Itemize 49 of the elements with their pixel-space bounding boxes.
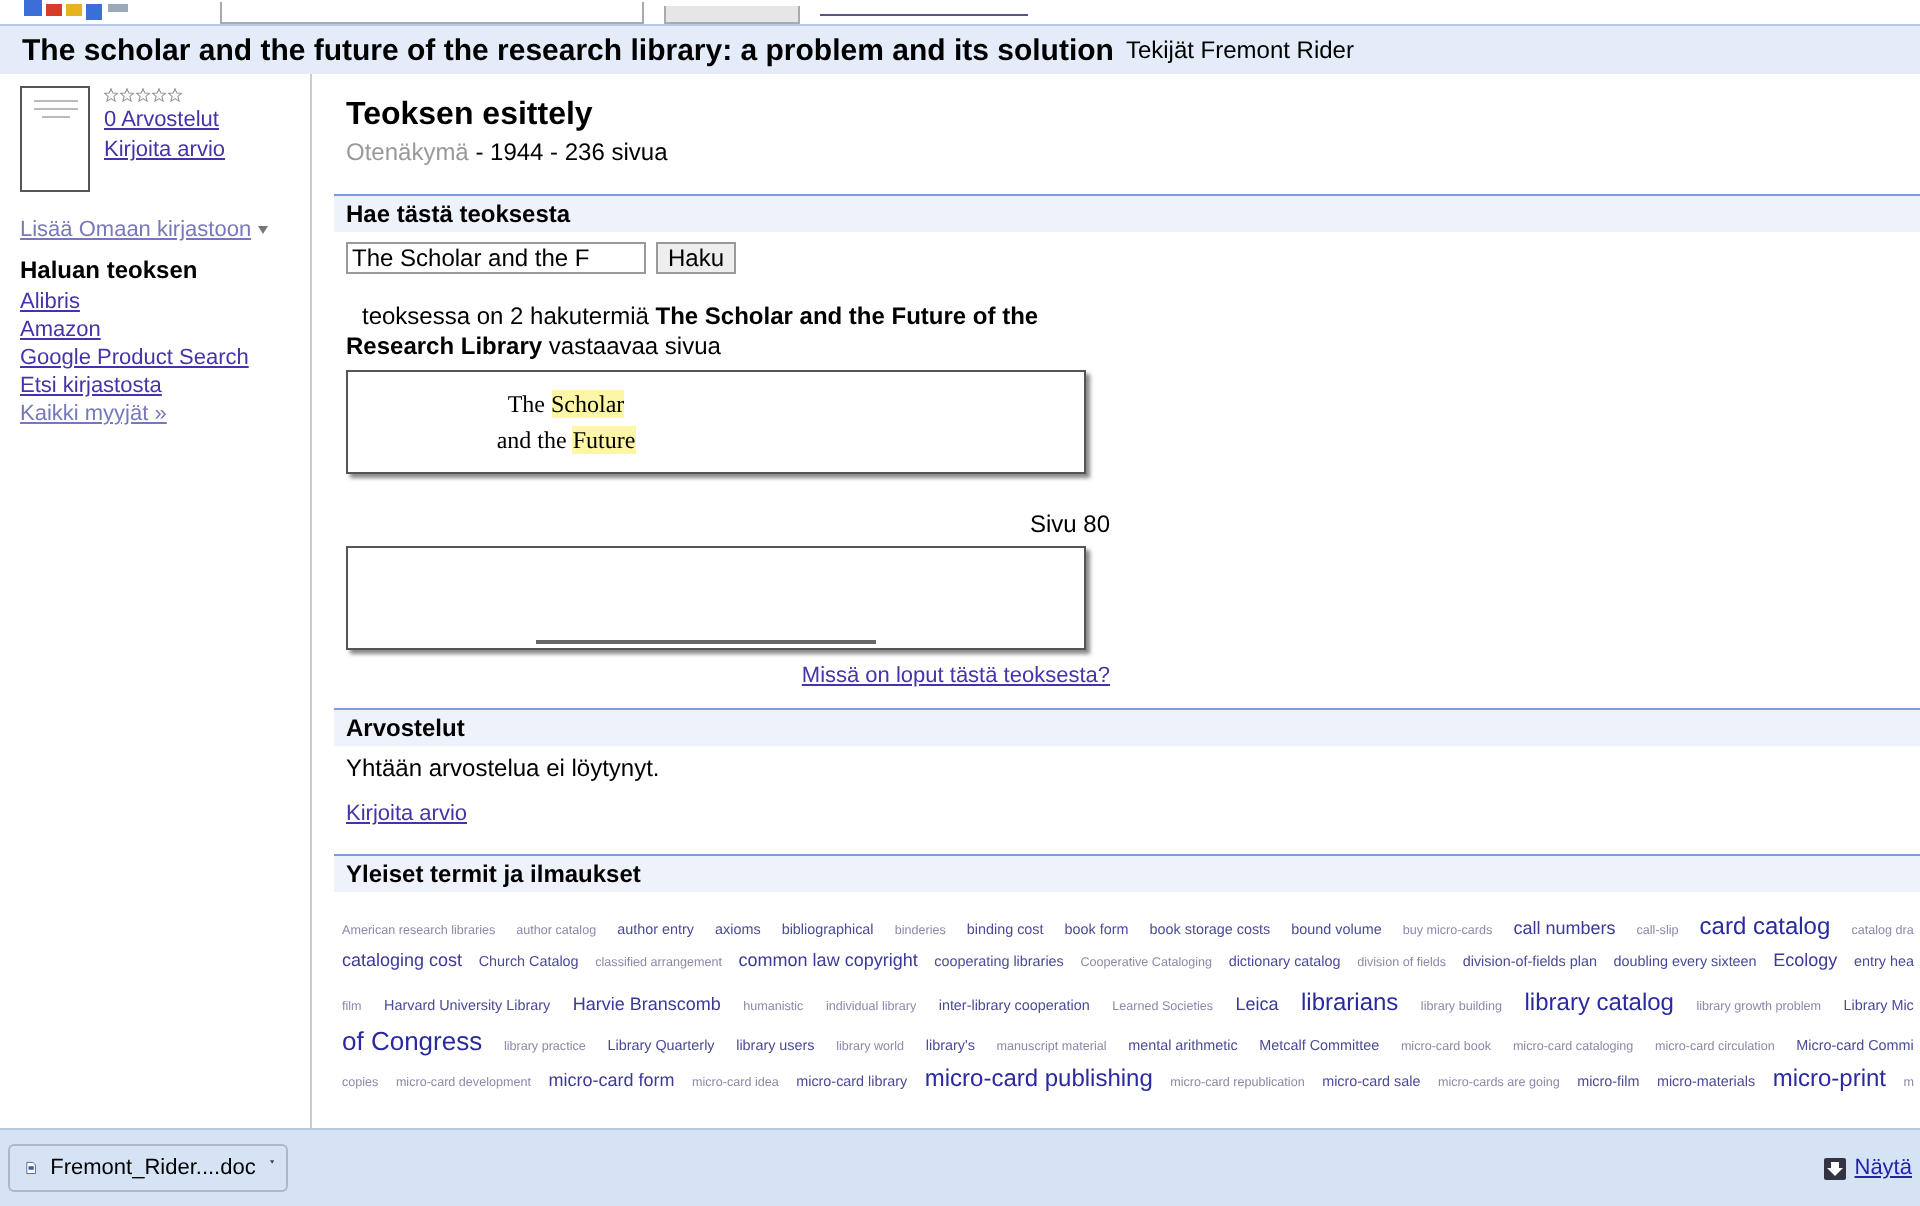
term-link[interactable]: cataloging cost — [342, 950, 463, 970]
term-link[interactable]: micro-card publishing — [924, 1064, 1153, 1092]
overview-heading: Teoksen esittely — [346, 98, 595, 134]
term-link[interactable]: card catalog — [1699, 912, 1831, 940]
view-type: Otenäkymä — [346, 138, 469, 166]
term-link[interactable]: Leica — [1235, 994, 1279, 1014]
show-all-link[interactable]: Näytä — [1854, 1156, 1912, 1180]
caret-icon[interactable] — [257, 226, 268, 234]
snippet-text: The Scholar — [507, 388, 625, 422]
term-link[interactable]: call numbers — [1513, 918, 1616, 938]
more-results-link[interactable]: Missä on loput tästä teoksesta? — [801, 664, 1110, 688]
book-cover-thumbnail[interactable] — [20, 86, 90, 192]
seller-link[interactable]: Etsi kirjastosta — [20, 374, 162, 398]
author-line: Tekijät Fremont Rider — [1125, 36, 1354, 64]
reviews-link[interactable]: 0 Arvostelut — [104, 108, 226, 132]
term-link[interactable]: of Congress — [342, 1026, 483, 1056]
book-title: The scholar and the future of the research library: a problem and its solution — [22, 33, 1114, 67]
snippet-text: and the Future — [496, 424, 636, 458]
term-link[interactable]: common law copyright — [738, 950, 918, 970]
write-review-link[interactable]: Kirjoita arvio — [104, 138, 226, 162]
file-name: Fremont_Rider....doc — [50, 1156, 256, 1180]
all-sellers-link[interactable]: Kaikki myyjät » — [20, 402, 167, 426]
term-link[interactable]: Harvie Branscomb — [572, 994, 721, 1014]
section-title: Arvostelut — [346, 714, 465, 742]
section-title: Yleiset termit ja ilmaukset — [346, 860, 641, 888]
buy-heading: Haluan teoksen — [20, 256, 200, 284]
section-title: Hae tästä teoksesta — [346, 200, 571, 228]
caret-icon[interactable] — [269, 1158, 274, 1166]
seller-link[interactable]: Google Product Search — [20, 346, 249, 370]
add-to-library-link[interactable]: Lisää Omaan kirjastoon — [20, 218, 252, 242]
page-snippet[interactable]: The Scholar and the Future — [346, 370, 1086, 474]
download-icon — [1824, 1157, 1847, 1179]
book-details: - 1944 - 236 sivua — [473, 138, 668, 166]
term-link[interactable]: micro-print — [1772, 1064, 1886, 1092]
page-snippet[interactable] — [346, 546, 1086, 650]
term-link[interactable]: micro-card form — [548, 1070, 675, 1090]
result-summary: teoksessa on 2 hakutermiä The Scholar and the Future of the Research Library vastaavaa sivua — [346, 302, 1041, 362]
search-button[interactable]: Haku — [656, 242, 737, 274]
search-input[interactable]: The Scholar and the F — [346, 242, 646, 274]
page-number: Sivu 80 — [1027, 510, 1110, 538]
no-reviews-text: Yhtään arvostelua ei löytynyt. — [346, 754, 662, 782]
term-link[interactable]: librarians — [1301, 988, 1399, 1016]
seller-link[interactable]: Alibris — [20, 290, 80, 314]
write-review-link[interactable]: Kirjoita arvio — [346, 802, 468, 826]
seller-link[interactable]: Amazon — [20, 318, 101, 342]
logo-icon — [24, 0, 128, 20]
term-link[interactable]: library catalog — [1524, 988, 1674, 1016]
term-link[interactable]: Ecology — [1773, 950, 1838, 970]
download-item[interactable]: Fremont_Rider....doc — [8, 1144, 288, 1192]
